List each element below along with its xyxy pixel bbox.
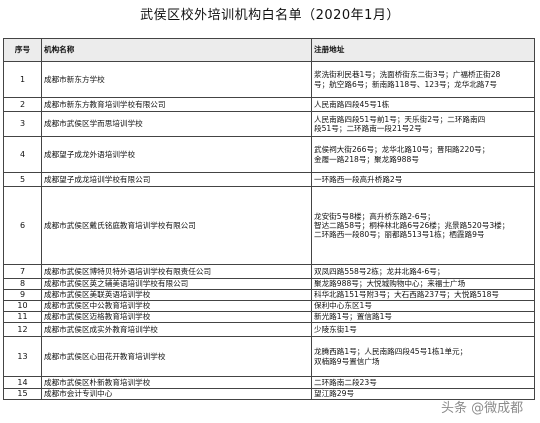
table-row: 1 成都市新东方学校 浆洗街利民巷1号；洗面桥街东二街3号；广福桥正街28 号；航空路… xyxy=(3,61,535,98)
address-line: 少陵东街1号 xyxy=(314,324,357,334)
address-line: 双凤四路558号2栋；龙井北路4-6号； xyxy=(314,266,445,276)
institution-name: 成都市新东方学校 xyxy=(41,61,312,98)
institution-name: 成都市新东方教育培训学校有限公司 xyxy=(41,97,312,112)
institution-name: 成都市会计专训中心 xyxy=(41,388,312,400)
institution-name: 成都望子成龙外语培训学校 xyxy=(41,136,312,173)
row-index: 8 xyxy=(3,278,42,290)
address-line: 双楠路9号置信广场 xyxy=(314,356,380,366)
whitelist-table: 序号 机构名称 注册地址 1 成都市新东方学校 浆洗街利民巷1号；洗面桥街东二街3号… xyxy=(3,38,535,400)
registered-address: 武侯祠大街266号；龙华北路10号；晋阳路220号； 金履一路218号；聚龙路98… xyxy=(311,136,535,173)
table-row: 14 成都市武侯区朴新教育培训学校 二环路南二段23号 xyxy=(3,376,535,389)
address-line: 龙腾西路1号；人民南路四段45号1栋1单元； xyxy=(314,347,468,357)
watermark: 头条 @微成都 xyxy=(441,401,524,416)
table-row: 8 成都市武侯区英之辅美语培训学校有限公司 聚龙路988号；大悦城购物中心；来福士广… xyxy=(3,278,535,290)
row-index: 1 xyxy=(3,61,42,98)
registered-address: 一环路西一段高升桥路2号 xyxy=(311,172,535,187)
row-index: 11 xyxy=(3,311,42,323)
table-row: 2 成都市新东方教育培训学校有限公司 人民南路四段45号1栋 xyxy=(3,97,535,112)
registered-address: 龙腾西路1号；人民南路四段45号1栋1单元； 双楠路9号置信广场 xyxy=(311,336,535,377)
table-row: 12 成都市武侯区成实外教育培训学校 少陵东街1号 xyxy=(3,322,535,337)
registered-address: 龙安街5号8楼；高升桥东路2-6号； 智达二路58号；桐梓林北路6号26楼；兆景路… xyxy=(311,186,535,265)
row-index: 10 xyxy=(3,300,42,312)
row-index: 9 xyxy=(3,289,42,301)
address-line: 智达二路58号；桐梓林北路6号26楼；兆景路520号3楼； xyxy=(314,220,510,230)
registered-address: 保利中心东区1号 xyxy=(311,300,535,312)
address-line: 金履一路218号；聚龙路988号 xyxy=(314,154,419,164)
address-line: 人民南路四段45号1栋 xyxy=(314,99,390,109)
address-line: 聚龙路988号；大悦城购物中心；来福士广场 xyxy=(314,279,466,289)
row-index: 14 xyxy=(3,376,42,389)
row-index: 5 xyxy=(3,172,42,187)
registered-address: 科华北路151号附3号；大石西路237号；大悦路518号 xyxy=(311,289,535,301)
registered-address: 聚龙路988号；大悦城购物中心；来福士广场 xyxy=(311,278,535,290)
header-index: 序号 xyxy=(3,38,42,62)
address-line: 科华北路151号附3号；大石西路237号；大悦路518号 xyxy=(314,290,499,300)
row-index: 4 xyxy=(3,136,42,173)
row-index: 7 xyxy=(3,264,42,279)
institution-name: 成都市武侯区中公教育培训学校 xyxy=(41,300,312,312)
table-body: 1 成都市新东方学校 浆洗街利民巷1号；洗面桥街东二街3号；广福桥正街28 号；航空路… xyxy=(3,61,535,400)
institution-name: 成都市武侯区学而思培训学校 xyxy=(41,111,312,137)
institution-name: 成都市武侯区英之辅美语培训学校有限公司 xyxy=(41,278,312,290)
address-line: 浆洗街利民巷1号；洗面桥街东二街3号；广福桥正街28 xyxy=(314,70,501,80)
institution-name: 成都市武侯区美联英语培训学校 xyxy=(41,289,312,301)
institution-name: 成都市武侯区迈格教育培训学校 xyxy=(41,311,312,323)
institution-name: 成都望子成龙培训学校有限公司 xyxy=(41,172,312,187)
table-row: 13 成都市武侯区心田花开教育培训学校 龙腾西路1号；人民南路四段45号1栋1单元；… xyxy=(3,336,535,377)
institution-name: 成都市武侯区博特贝特外语培训学校有限责任公司 xyxy=(41,264,312,279)
table-row: 10 成都市武侯区中公教育培训学校 保利中心东区1号 xyxy=(3,300,535,312)
address-line: 人民南路四段51号前1号；天乐街2号；二环路南四 xyxy=(314,114,486,124)
registered-address: 双凤四路558号2栋；龙井北路4-6号； xyxy=(311,264,535,279)
address-line: 二环路西一段80号；丽都路513号1栋；栖霞路9号 xyxy=(314,230,485,240)
address-line: 段51号；二环路南一段21号2号 xyxy=(314,124,422,133)
address-line: 武侯祠大街266号；龙华北路10号；晋阳路220号； xyxy=(314,145,490,155)
table-row: 4 成都望子成龙外语培训学校 武侯祠大街266号；龙华北路10号；晋阳路220号；金… xyxy=(3,136,535,173)
registered-address: 人民南路四段51号前1号；天乐街2号；二环路南四 段51号；二环路南一段21号2号 xyxy=(311,111,535,137)
table-row: 5 成都望子成龙培训学校有限公司 一环路西一段高升桥路2号 xyxy=(3,172,535,187)
row-index: 15 xyxy=(3,388,42,400)
registered-address: 浆洗街利民巷1号；洗面桥街东二街3号；广福桥正街28 号；航空路6号；新南路118… xyxy=(311,61,535,98)
row-index: 12 xyxy=(3,322,42,337)
address-line: 新光路1号；置信路1号 xyxy=(314,312,393,322)
table-row: 11 成都市武侯区迈格教育培训学校 新光路1号；置信路1号 xyxy=(3,311,535,323)
row-index: 13 xyxy=(3,336,42,377)
page-title: 武侯区校外培训机构白名单（2020年1月） xyxy=(140,8,400,23)
table-row: 7 成都市武侯区博特贝特外语培训学校有限责任公司 双凤四路558号2栋；龙井北路4-… xyxy=(3,264,535,279)
address-line: 一环路西一段高升桥路2号 xyxy=(314,174,403,184)
address-line: 龙安街5号8楼；高升桥东路2-6号； xyxy=(314,211,435,221)
header-address: 注册地址 xyxy=(311,38,535,62)
address-line: 号；航空路6号；新南路118号、123号；龙华北路7号 xyxy=(314,79,497,89)
row-index: 2 xyxy=(3,97,42,112)
registered-address: 新光路1号；置信路1号 xyxy=(311,311,535,323)
table-header-row: 序号 机构名称 注册地址 xyxy=(3,38,535,62)
institution-name: 成都市武侯区戴氏铭庭教育培训学校有限公司 xyxy=(41,186,312,265)
table-row: 6 成都市武侯区戴氏铭庭教育培训学校有限公司 龙安街5号8楼；高升桥东路2-6号；智… xyxy=(3,186,535,265)
row-index: 6 xyxy=(3,186,42,265)
address-line: 保利中心东区1号 xyxy=(314,301,372,311)
institution-name: 成都市武侯区成实外教育培训学校 xyxy=(41,322,312,337)
row-index: 3 xyxy=(3,111,42,137)
registered-address: 二环路南二段23号 xyxy=(311,376,535,389)
registered-address: 少陵东街1号 xyxy=(311,322,535,337)
table-row: 9 成都市武侯区美联英语培训学校 科华北路151号附3号；大石西路237号；大悦路5… xyxy=(3,289,535,301)
institution-name: 成都市武侯区心田花开教育培训学校 xyxy=(41,336,312,377)
address-line: 二环路南二段23号 xyxy=(314,377,377,387)
header-name: 机构名称 xyxy=(41,38,312,62)
registered-address: 人民南路四段45号1栋 xyxy=(311,97,535,112)
table-row: 3 成都市武侯区学而思培训学校 人民南路四段51号前1号；天乐街2号；二环路南四 段5… xyxy=(3,111,535,137)
institution-name: 成都市武侯区朴新教育培训学校 xyxy=(41,376,312,389)
